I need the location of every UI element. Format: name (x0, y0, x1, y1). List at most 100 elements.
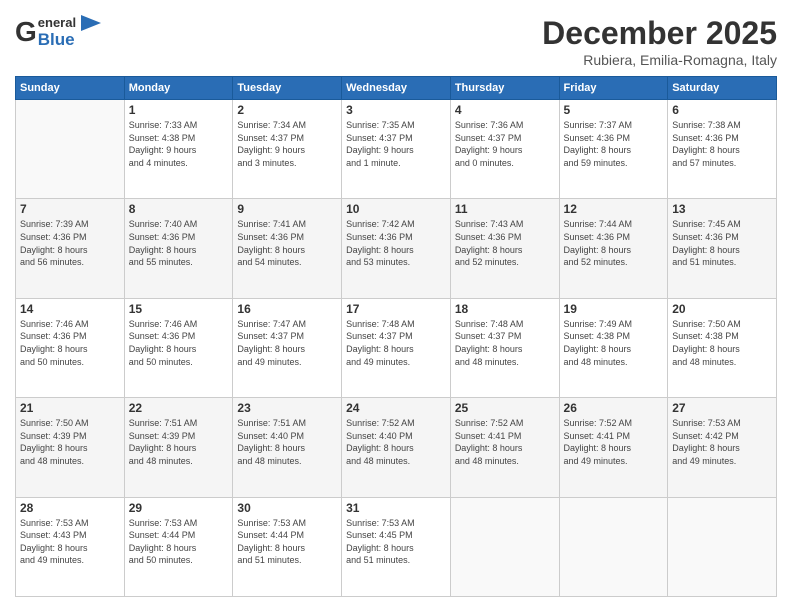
month-title: December 2025 (542, 15, 777, 52)
day-number: 20 (672, 302, 772, 316)
calendar-day-cell: 22Sunrise: 7:51 AMSunset: 4:39 PMDayligh… (124, 398, 233, 497)
day-number: 16 (237, 302, 337, 316)
calendar-week-row: 7 Sunrise: 7:39 AMSunset: 4:36 PMDaylight… (16, 199, 777, 298)
calendar-header-row: Sunday Monday Tuesday Wednesday Thursday… (16, 77, 777, 100)
day-info: Sunrise: 7:35 AMSunset: 4:37 PMDaylight:… (346, 119, 446, 169)
day-number: 28 (20, 501, 120, 515)
day-info: Sunrise: 7:47 AMSunset: 4:37 PMDaylight:… (237, 318, 337, 368)
logo-eneral: eneral (38, 16, 76, 30)
day-info: Sunrise: 7:37 AMSunset: 4:36 PMDaylight:… (564, 119, 664, 169)
day-info: Sunrise: 7:46 AMSunset: 4:36 PMDaylight:… (129, 318, 229, 368)
day-info: Sunrise: 7:53 AMSunset: 4:43 PMDaylight:… (20, 517, 120, 567)
day-info: Sunrise: 7:36 AMSunset: 4:37 PMDaylight:… (455, 119, 555, 169)
calendar-week-row: 14Sunrise: 7:46 AMSunset: 4:36 PMDayligh… (16, 298, 777, 397)
day-info: Sunrise: 7:40 AMSunset: 4:36 PMDaylight:… (129, 218, 229, 268)
calendar-day-cell: 28 Sunrise: 7:53 AMSunset: 4:43 PMDayligh… (16, 497, 125, 596)
calendar-day-cell: 3 Sunrise: 7:35 AMSunset: 4:37 PMDaylight… (342, 100, 451, 199)
calendar-week-row: 28 Sunrise: 7:53 AMSunset: 4:43 PMDayligh… (16, 497, 777, 596)
calendar-day-cell: 4Sunrise: 7:36 AMSunset: 4:37 PMDaylight… (450, 100, 559, 199)
day-number: 12 (564, 202, 664, 216)
calendar-day-cell: 16 Sunrise: 7:47 AMSunset: 4:37 PMDayligh… (233, 298, 342, 397)
calendar-day-cell: 20Sunrise: 7:50 AMSunset: 4:38 PMDayligh… (668, 298, 777, 397)
day-info: Sunrise: 7:49 AMSunset: 4:38 PMDaylight:… (564, 318, 664, 368)
day-info: Sunrise: 7:52 AMSunset: 4:41 PMDaylight:… (455, 417, 555, 467)
title-block: December 2025 Rubiera, Emilia-Romagna, I… (542, 15, 777, 68)
day-number: 13 (672, 202, 772, 216)
day-info: Sunrise: 7:52 AMSunset: 4:40 PMDaylight:… (346, 417, 446, 467)
calendar-day-cell: 10Sunrise: 7:42 AMSunset: 4:36 PMDayligh… (342, 199, 451, 298)
calendar-day-cell: 11 Sunrise: 7:43 AMSunset: 4:36 PMDayligh… (450, 199, 559, 298)
day-number: 21 (20, 401, 120, 415)
day-number: 24 (346, 401, 446, 415)
calendar-day-cell: 6Sunrise: 7:38 AMSunset: 4:36 PMDaylight… (668, 100, 777, 199)
day-number: 29 (129, 501, 229, 515)
day-number: 15 (129, 302, 229, 316)
day-number: 8 (129, 202, 229, 216)
logo-flag-icon (79, 15, 101, 31)
calendar-body: 1Sunrise: 7:33 AMSunset: 4:38 PMDaylight… (16, 100, 777, 597)
calendar-day-cell: 14Sunrise: 7:46 AMSunset: 4:36 PMDayligh… (16, 298, 125, 397)
header-tuesday: Tuesday (233, 77, 342, 100)
logo-g: G (15, 18, 37, 46)
calendar-day-cell: 29 Sunrise: 7:53 AMSunset: 4:44 PMDayligh… (124, 497, 233, 596)
calendar-day-cell: 26 Sunrise: 7:52 AMSunset: 4:41 PMDayligh… (559, 398, 668, 497)
calendar-day-cell: 8 Sunrise: 7:40 AMSunset: 4:36 PMDaylight… (124, 199, 233, 298)
calendar-day-cell: 1Sunrise: 7:33 AMSunset: 4:38 PMDaylight… (124, 100, 233, 199)
day-info: Sunrise: 7:42 AMSunset: 4:36 PMDaylight:… (346, 218, 446, 268)
day-number: 9 (237, 202, 337, 216)
day-number: 26 (564, 401, 664, 415)
day-info: Sunrise: 7:44 AMSunset: 4:36 PMDaylight:… (564, 218, 664, 268)
calendar-week-row: 21 Sunrise: 7:50 AMSunset: 4:39 PMDayligh… (16, 398, 777, 497)
calendar-day-cell: 25Sunrise: 7:52 AMSunset: 4:41 PMDayligh… (450, 398, 559, 497)
day-info: Sunrise: 7:52 AMSunset: 4:41 PMDaylight:… (564, 417, 664, 467)
calendar-day-cell: 15 Sunrise: 7:46 AMSunset: 4:36 PMDayligh… (124, 298, 233, 397)
day-number: 2 (237, 103, 337, 117)
calendar-day-cell: 5 Sunrise: 7:37 AMSunset: 4:36 PMDaylight… (559, 100, 668, 199)
day-info: Sunrise: 7:46 AMSunset: 4:36 PMDaylight:… (20, 318, 120, 368)
day-info: Sunrise: 7:51 AMSunset: 4:39 PMDaylight:… (129, 417, 229, 467)
calendar-day-cell: 24 Sunrise: 7:52 AMSunset: 4:40 PMDayligh… (342, 398, 451, 497)
day-info: Sunrise: 7:53 AMSunset: 4:44 PMDaylight:… (129, 517, 229, 567)
day-info: Sunrise: 7:39 AMSunset: 4:36 PMDaylight:… (20, 218, 120, 268)
calendar-day-cell: 21 Sunrise: 7:50 AMSunset: 4:39 PMDayligh… (16, 398, 125, 497)
day-number: 1 (129, 103, 229, 117)
calendar-day-cell (450, 497, 559, 596)
calendar-day-cell: 19 Sunrise: 7:49 AMSunset: 4:38 PMDayligh… (559, 298, 668, 397)
header: G eneral Blue December 2025 (15, 15, 777, 68)
day-info: Sunrise: 7:50 AMSunset: 4:39 PMDaylight:… (20, 417, 120, 467)
header-thursday: Thursday (450, 77, 559, 100)
calendar-day-cell: 31Sunrise: 7:53 AMSunset: 4:45 PMDayligh… (342, 497, 451, 596)
day-info: Sunrise: 7:43 AMSunset: 4:36 PMDaylight:… (455, 218, 555, 268)
calendar-day-cell: 12 Sunrise: 7:44 AMSunset: 4:36 PMDayligh… (559, 199, 668, 298)
day-number: 31 (346, 501, 446, 515)
logo: G eneral Blue (15, 15, 101, 50)
calendar-day-cell: 27Sunrise: 7:53 AMSunset: 4:42 PMDayligh… (668, 398, 777, 497)
day-number: 5 (564, 103, 664, 117)
day-info: Sunrise: 7:53 AMSunset: 4:44 PMDaylight:… (237, 517, 337, 567)
calendar-day-cell (559, 497, 668, 596)
calendar-day-cell: 17Sunrise: 7:48 AMSunset: 4:37 PMDayligh… (342, 298, 451, 397)
calendar-day-cell: 2 Sunrise: 7:34 AMSunset: 4:37 PMDaylight… (233, 100, 342, 199)
calendar-day-cell: 30 Sunrise: 7:53 AMSunset: 4:44 PMDayligh… (233, 497, 342, 596)
header-friday: Friday (559, 77, 668, 100)
day-info: Sunrise: 7:48 AMSunset: 4:37 PMDaylight:… (346, 318, 446, 368)
calendar-day-cell: 7 Sunrise: 7:39 AMSunset: 4:36 PMDaylight… (16, 199, 125, 298)
logo-blue: Blue (38, 31, 101, 50)
day-number: 7 (20, 202, 120, 216)
calendar-day-cell: 13 Sunrise: 7:45 AMSunset: 4:36 PMDayligh… (668, 199, 777, 298)
calendar-day-cell (668, 497, 777, 596)
calendar-day-cell: 9 Sunrise: 7:41 AMSunset: 4:36 PMDaylight… (233, 199, 342, 298)
day-number: 27 (672, 401, 772, 415)
day-number: 19 (564, 302, 664, 316)
day-info: Sunrise: 7:45 AMSunset: 4:36 PMDaylight:… (672, 218, 772, 268)
day-info: Sunrise: 7:51 AMSunset: 4:40 PMDaylight:… (237, 417, 337, 467)
day-number: 3 (346, 103, 446, 117)
day-info: Sunrise: 7:41 AMSunset: 4:36 PMDaylight:… (237, 218, 337, 268)
day-info: Sunrise: 7:34 AMSunset: 4:37 PMDaylight:… (237, 119, 337, 169)
subtitle: Rubiera, Emilia-Romagna, Italy (542, 52, 777, 68)
day-number: 30 (237, 501, 337, 515)
header-wednesday: Wednesday (342, 77, 451, 100)
calendar-table: Sunday Monday Tuesday Wednesday Thursday… (15, 76, 777, 597)
day-number: 11 (455, 202, 555, 216)
day-number: 23 (237, 401, 337, 415)
